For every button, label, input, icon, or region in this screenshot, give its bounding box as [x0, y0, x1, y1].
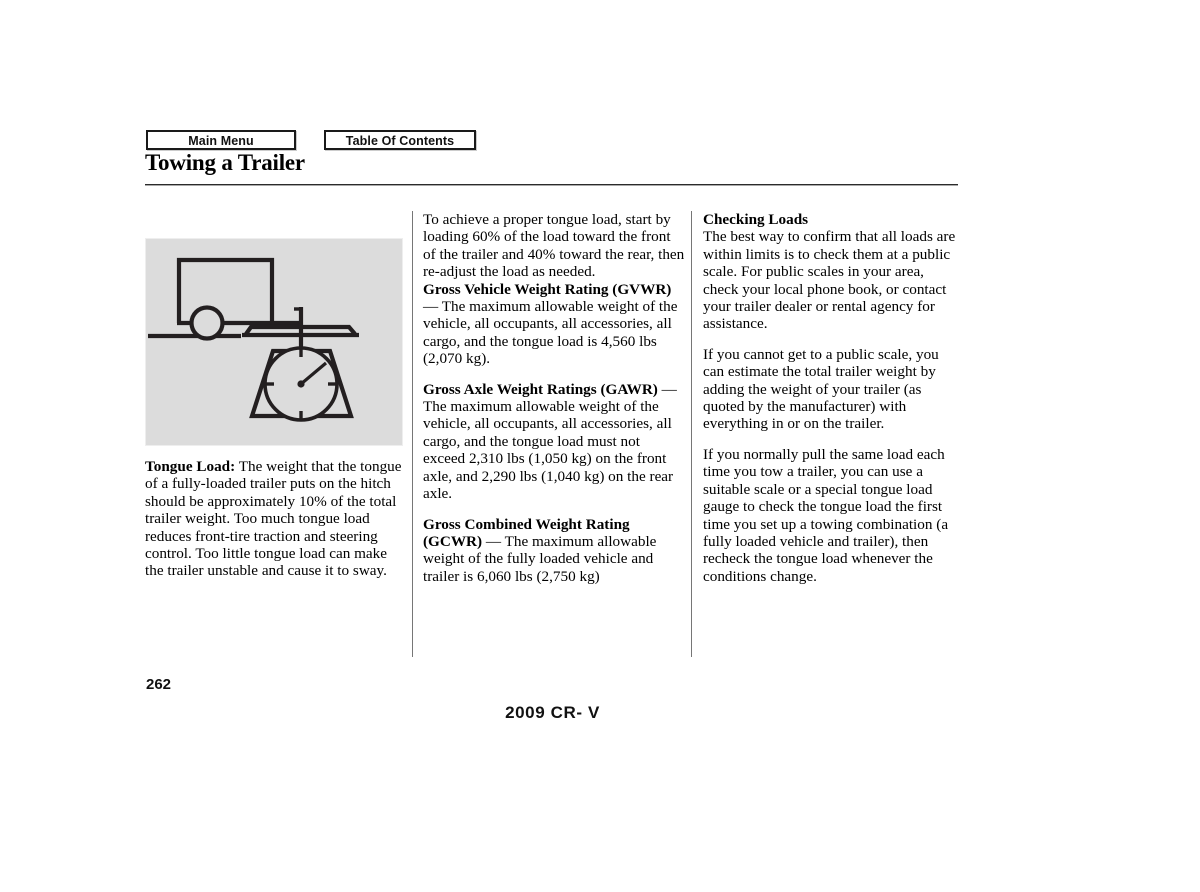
trailer-scale-figure — [145, 238, 403, 446]
checking-loads-paragraph-2: If you cannot get to a public scale, you… — [703, 345, 939, 433]
gvwr-heading: Gross Vehicle Weight Rating (GVWR) — [423, 280, 672, 298]
main-menu-button[interactable]: Main Menu — [146, 130, 296, 150]
gawr-heading: Gross Axle Weight Ratings (GAWR) — [423, 380, 658, 398]
checking-loads-paragraph-1: The best way to confirm that all loads a… — [703, 228, 956, 333]
navigation-bar: Main Menu Table Of Contents — [146, 130, 476, 150]
gvwr-body: The maximum allowable weight of the vehi… — [423, 298, 678, 368]
footer-model-name: 2009 CR- V — [505, 703, 600, 722]
tongue-load-caption: Tongue Load: The weight that the tongue … — [145, 458, 404, 580]
column-divider-left — [412, 211, 413, 657]
page-content: Tongue Load: The weight that the tongue … — [145, 211, 961, 661]
page-number: 262 — [146, 676, 172, 693]
gvwr-section: Gross Vehicle Weight Rating (GVWR) — The… — [423, 281, 685, 368]
gawr-dash: — — [657, 380, 677, 398]
middle-column: To achieve a proper tongue load, start b… — [423, 211, 685, 598]
checking-loads-paragraph-3: If you normally pull the same load each … — [703, 445, 949, 585]
gawr-section: Gross Axle Weight Ratings (GAWR) — The m… — [423, 381, 685, 503]
gvwr-dash: — — [423, 298, 442, 316]
page-title: Towing a Trailer — [145, 150, 305, 175]
gcwr-dash: — — [482, 532, 505, 550]
right-column: Checking Loads The best way to confirm t… — [703, 211, 961, 598]
table-of-contents-button[interactable]: Table Of Contents — [324, 130, 476, 150]
tongue-load-intro-paragraph: To achieve a proper tongue load, start b… — [423, 211, 685, 281]
tongue-load-caption-body: The weight that the tongue of a fully-lo… — [145, 458, 402, 580]
column-divider-right — [691, 211, 692, 657]
tongue-load-caption-lead: Tongue Load: — [145, 458, 236, 475]
gcwr-section: Gross Combined Weight Rating (GCWR) — Th… — [423, 516, 685, 586]
gawr-body: The maximum allowable weight of the vehi… — [423, 398, 674, 503]
checking-loads-heading-text: Checking Loads — [703, 211, 809, 228]
title-divider-rule — [145, 184, 958, 186]
checking-loads-heading: Checking Loads — [703, 211, 961, 228]
trailer-scale-diagram — [148, 257, 359, 422]
